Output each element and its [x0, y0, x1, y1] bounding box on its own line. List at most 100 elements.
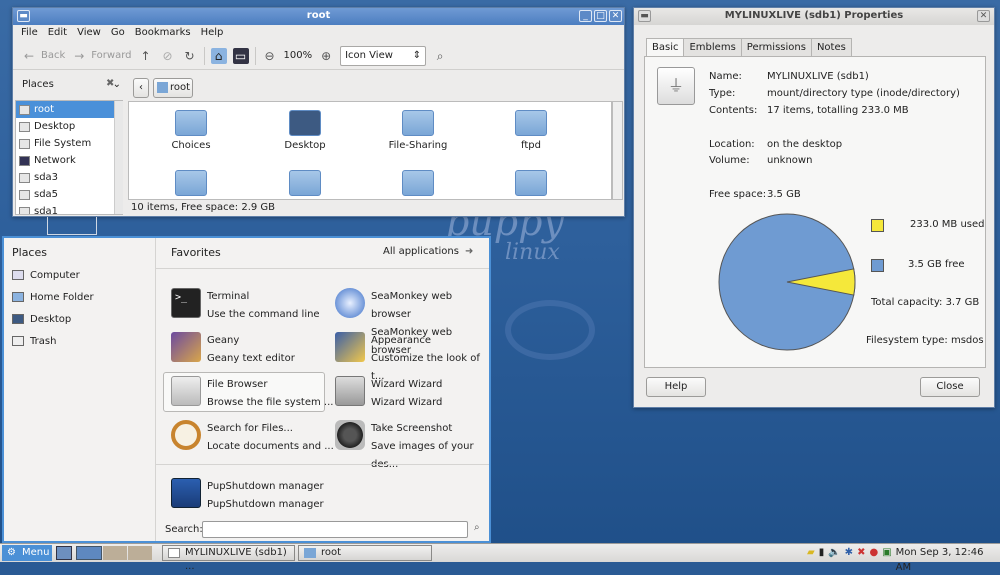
- favorite-file-browser[interactable]: File Browser Browse the file system ...: [171, 376, 333, 412]
- folder-item[interactable]: File-Sharing: [378, 110, 458, 151]
- workspace-3[interactable]: [128, 546, 152, 560]
- menu-search-input[interactable]: [202, 521, 468, 538]
- menu-go[interactable]: Go: [111, 27, 125, 40]
- computer-icon[interactable]: ▭: [232, 47, 249, 64]
- icon-view-scrollbar[interactable]: [612, 101, 623, 200]
- reload-icon[interactable]: ↻: [182, 48, 198, 64]
- places-list: Computer Home Folder Desktop Trash: [12, 264, 152, 352]
- back-button[interactable]: ← Back: [21, 48, 65, 64]
- favorite-desc: Save images of your des...: [371, 441, 474, 470]
- tab-basic[interactable]: Basic: [646, 38, 685, 56]
- help-button[interactable]: Help: [646, 377, 706, 397]
- favorite-search-files[interactable]: Search for Files... Locate documents and …: [171, 420, 334, 456]
- folder-item[interactable]: [265, 170, 345, 199]
- close-button[interactable]: ✕: [977, 10, 990, 22]
- close-pane-icon[interactable]: ✖: [106, 78, 114, 89]
- sidebar-item-label: Network: [34, 155, 76, 166]
- search-icon[interactable]: ⌕: [474, 522, 480, 533]
- folder-item[interactable]: Desktop: [265, 110, 345, 151]
- places-title: Places: [12, 246, 47, 259]
- task-properties[interactable]: MYLINUXLIVE (sdb1) ...: [162, 545, 295, 572]
- tab-notes[interactable]: Notes: [810, 38, 852, 56]
- desktop-icon: [12, 314, 24, 324]
- favorite-geany[interactable]: Geany Geany text editor: [171, 332, 295, 368]
- favorite-terminal[interactable]: >_ Terminal Use the command line: [171, 288, 320, 324]
- place-label: Desktop: [30, 313, 72, 325]
- sidebar-item-sda5[interactable]: sda5: [16, 186, 122, 203]
- path-back-button[interactable]: ‹: [133, 78, 149, 98]
- sidebar-item-sda3[interactable]: sda3: [16, 169, 122, 186]
- sidebar-item-desktop[interactable]: Desktop: [16, 118, 122, 135]
- folder-item[interactable]: ftpd: [491, 110, 571, 151]
- properties-window[interactable]: MYLINUXLIVE (sdb1) Properties ▬ ✕ Basic …: [633, 7, 995, 408]
- home-icon[interactable]: ⌂: [210, 47, 227, 64]
- path-button-root[interactable]: root: [153, 78, 193, 98]
- menu-bookmarks[interactable]: Bookmarks: [135, 27, 191, 40]
- view-mode-select[interactable]: Icon View ⇕: [340, 45, 427, 66]
- sidebar-item-label: sda1: [34, 206, 59, 215]
- folder-icon: [289, 170, 321, 196]
- menu-view[interactable]: View: [77, 27, 101, 40]
- wizard-icon: [335, 376, 365, 406]
- folder-item[interactable]: Choices: [151, 110, 231, 151]
- zoom-out-icon[interactable]: ⊖: [262, 48, 278, 64]
- zoom-in-icon[interactable]: ⊕: [318, 48, 334, 64]
- file-manager-window[interactable]: root ▬ _ □ ✕ File Edit View Go Bookmarks…: [12, 7, 625, 217]
- place-desktop[interactable]: Desktop: [12, 308, 152, 330]
- menu-edit[interactable]: Edit: [48, 27, 67, 40]
- show-desktop-icon[interactable]: [56, 546, 72, 560]
- menu-button[interactable]: ⚙ Menu: [2, 545, 52, 561]
- volume-icon[interactable]: 🔈: [828, 545, 840, 575]
- memory-icon[interactable]: ▣: [882, 545, 891, 575]
- network-icon[interactable]: ✖: [857, 545, 865, 575]
- menu-help[interactable]: Help: [201, 27, 224, 40]
- place-trash[interactable]: Trash: [12, 330, 152, 352]
- stop-icon[interactable]: ⊘: [160, 48, 176, 64]
- close-button[interactable]: ✕: [609, 10, 622, 22]
- favorite-pupshutdown[interactable]: PupShutdown manager PupShutdown manager: [171, 478, 324, 514]
- sidebar-item-root[interactable]: root: [16, 101, 122, 118]
- folder-tray-icon[interactable]: ▰: [807, 545, 815, 575]
- favorite-screenshot[interactable]: Take Screenshot Save images of your des..…: [335, 420, 489, 474]
- location-value: on the desktop: [767, 139, 843, 150]
- clock[interactable]: Mon Sep 3, 12:46 AM: [896, 545, 1000, 575]
- places-selector[interactable]: Places: [22, 79, 54, 90]
- tab-bar: Basic Emblems Permissions Notes: [646, 38, 852, 56]
- minimize-button[interactable]: _: [579, 10, 592, 22]
- disk-usage-pie-chart: [718, 213, 856, 351]
- bluetooth-icon[interactable]: ✱: [845, 545, 853, 575]
- wallpaper-paw-icon: [505, 300, 595, 360]
- workspace-1[interactable]: [76, 546, 102, 560]
- folder-item[interactable]: [378, 170, 458, 199]
- tab-permissions[interactable]: Permissions: [740, 38, 812, 56]
- folder-item[interactable]: [151, 170, 231, 199]
- up-arrow-icon[interactable]: ↑: [138, 48, 154, 64]
- folder-item[interactable]: [491, 170, 571, 199]
- search-icon[interactable]: ⌕: [432, 48, 448, 64]
- close-dialog-button[interactable]: Close: [920, 377, 980, 397]
- place-computer[interactable]: Computer: [12, 264, 152, 286]
- battery-icon[interactable]: ▮: [819, 545, 825, 575]
- forward-button[interactable]: → Forward: [71, 48, 131, 64]
- sidebar-item-network[interactable]: Network: [16, 152, 122, 169]
- menu-file[interactable]: File: [21, 27, 38, 40]
- sidebar-item-file-system[interactable]: File System: [16, 135, 122, 152]
- toolbar-separator: [203, 46, 205, 65]
- sidebar-scrollbar[interactable]: [114, 101, 123, 214]
- all-applications-button[interactable]: All applications ➜: [383, 246, 473, 257]
- contents-value: 17 items, totalling 233.0 MB: [767, 105, 909, 116]
- window-menu-icon[interactable]: ▬: [17, 10, 30, 22]
- type-label: Type:: [709, 88, 736, 99]
- place-home-folder[interactable]: Home Folder: [12, 286, 152, 308]
- sidebar-item-label: sda5: [34, 189, 59, 200]
- window-menu-icon[interactable]: ▬: [638, 10, 651, 22]
- back-label: Back: [41, 50, 66, 61]
- sidebar-item-sda1[interactable]: sda1: [16, 203, 122, 215]
- workspace-2[interactable]: [103, 546, 127, 560]
- sidebar-item-label: root: [34, 104, 55, 115]
- maximize-button[interactable]: □: [594, 10, 607, 22]
- task-root[interactable]: root: [298, 545, 432, 561]
- tab-emblems[interactable]: Emblems: [683, 38, 742, 56]
- favorite-wizard-wizard[interactable]: Wizard Wizard Wizard Wizard: [335, 376, 442, 412]
- update-icon[interactable]: ●: [869, 545, 878, 575]
